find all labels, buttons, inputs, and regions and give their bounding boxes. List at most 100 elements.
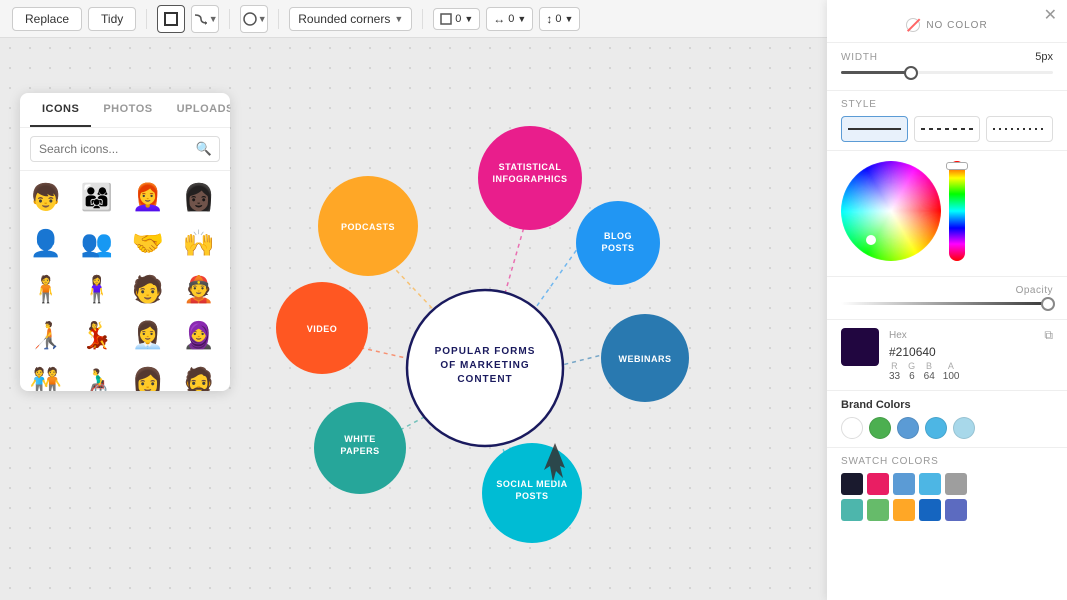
- brand-swatch-item[interactable]: [925, 417, 947, 439]
- num-btn-2[interactable]: ↔ 0 ▼: [486, 7, 533, 31]
- swatch-color-item[interactable]: [945, 473, 967, 495]
- emoji-icon: 👩🏿: [183, 184, 215, 210]
- style-solid-btn[interactable]: [841, 116, 908, 142]
- width-value: 5px: [1035, 51, 1053, 63]
- corners-label: Rounded corners: [298, 12, 390, 26]
- search-input[interactable]: [30, 136, 220, 162]
- style-dotted-btn[interactable]: [986, 116, 1053, 142]
- style-dashed-btn[interactable]: [914, 116, 981, 142]
- opacity-label: Opacity: [1016, 285, 1053, 296]
- swatch-label: SWATCH COLORS: [841, 456, 1053, 467]
- list-item[interactable]: 👥: [75, 221, 119, 265]
- svg-text:PODCASTS: PODCASTS: [341, 222, 395, 232]
- hex-value: #210640: [889, 345, 1053, 359]
- list-item[interactable]: 🧑‍🤝‍🧑: [24, 359, 68, 391]
- color-strip[interactable]: [949, 161, 965, 261]
- color-wheel-section: [827, 151, 1067, 277]
- list-item[interactable]: 🧕: [177, 313, 221, 357]
- rgba-row: R 33 G 6 B 64 A 100: [889, 361, 1053, 382]
- swatch-color-item[interactable]: [841, 499, 863, 521]
- num2-arrow: ▼: [517, 14, 526, 24]
- icons-grid: 👦 👨‍👩‍👧👩‍🦰 👩🏿 👤👥 🤝 🙌 🧍 🧍‍♀️ 🧑 👲 🧑‍🦯💃👩‍💼 🧕 🧑‍🤝‍🧑 👨‍🦽👩🧔: [20, 171, 230, 391]
- tab-photos[interactable]: PHOTOS: [91, 93, 164, 127]
- brand-swatch-item[interactable]: [897, 417, 919, 439]
- color-preview-section: Hex ⧉ #210640 R 33 G 6 B 64 A: [827, 320, 1067, 391]
- list-item[interactable]: 🤝: [126, 221, 170, 265]
- close-button[interactable]: ✕: [1044, 8, 1057, 24]
- style-section: STYLE: [827, 91, 1067, 151]
- tidy-button[interactable]: Tidy: [88, 7, 136, 31]
- connector-arrow: ▼: [209, 14, 218, 24]
- svg-text:STATISTICAL: STATISTICAL: [499, 162, 562, 172]
- swatch-color-item[interactable]: [867, 499, 889, 521]
- opacity-slider-track[interactable]: [841, 302, 1053, 305]
- list-item[interactable]: 🧍: [24, 267, 68, 311]
- color-wheel[interactable]: [841, 161, 941, 261]
- swatch-color-item[interactable]: [893, 473, 915, 495]
- brand-swatch-item[interactable]: [869, 417, 891, 439]
- corners-dropdown[interactable]: Rounded corners ▼: [289, 7, 412, 31]
- list-item[interactable]: 🧍‍♀️: [75, 267, 119, 311]
- emoji-icon: 🧍‍♀️: [81, 276, 113, 302]
- list-item[interactable]: 🙌: [177, 221, 221, 265]
- swatch-color-item[interactable]: [919, 473, 941, 495]
- style-buttons: [841, 116, 1053, 142]
- shape-square-btn[interactable]: [157, 5, 185, 33]
- emoji-icon: 🤝: [132, 230, 164, 256]
- color-strip-thumb: [946, 162, 968, 170]
- style-label: STYLE: [841, 99, 1053, 110]
- replace-button[interactable]: Replace: [12, 7, 82, 31]
- list-item[interactable]: 🧔: [177, 359, 221, 391]
- svg-text:OF MARKETING: OF MARKETING: [440, 360, 529, 371]
- connector-icon: [193, 11, 209, 27]
- list-item[interactable]: 🧑‍🦯: [24, 313, 68, 357]
- emoji-icon: 👦: [30, 184, 62, 210]
- list-item[interactable]: 🧑: [126, 267, 170, 311]
- r-value: 33: [889, 371, 900, 382]
- tab-uploads[interactable]: UPLOADS: [165, 93, 230, 127]
- canvas-area[interactable]: ICONS PHOTOS UPLOADS 🔍 👦👨‍👩‍👧👩‍🦰👩🏿👤👥🤝🙌🧍🧍…: [0, 38, 827, 600]
- num3-value: 0: [555, 13, 561, 25]
- list-item[interactable]: 👨‍👩‍👧: [75, 175, 119, 219]
- no-color-label: NO COLOR: [926, 20, 987, 31]
- brand-swatch-item[interactable]: [841, 417, 863, 439]
- list-item[interactable]: 👨‍🦽: [75, 359, 119, 391]
- brand-swatch-item[interactable]: [953, 417, 975, 439]
- swatch-color-item[interactable]: [893, 499, 915, 521]
- swatch-color-item[interactable]: [867, 473, 889, 495]
- num1-arrow: ▼: [464, 14, 473, 24]
- color-preview-swatch[interactable]: [841, 328, 879, 366]
- list-item[interactable]: 👩‍💼: [126, 313, 170, 357]
- circle-btn[interactable]: ▼: [240, 5, 268, 33]
- opacity-slider-thumb[interactable]: [1041, 297, 1055, 311]
- brand-swatches: [841, 417, 1053, 439]
- emoji-icon: 🧑‍🤝‍🧑: [30, 368, 62, 391]
- svg-text:INFOGRAPHICS: INFOGRAPHICS: [492, 174, 567, 184]
- connector-btn[interactable]: ▼: [191, 5, 219, 33]
- width-slider-track[interactable]: [841, 71, 1053, 74]
- list-item[interactable]: 👦: [24, 175, 68, 219]
- list-item[interactable]: 💃: [75, 313, 119, 357]
- list-item[interactable]: 👩: [126, 359, 170, 391]
- num-btn-1[interactable]: 0 ▼: [433, 8, 480, 30]
- emoji-icon: 🧕: [183, 322, 215, 348]
- width-slider-thumb[interactable]: [904, 66, 918, 80]
- circle-icon: [242, 11, 258, 27]
- swatch-color-item[interactable]: [945, 499, 967, 521]
- emoji-icon: 🧍: [30, 276, 62, 302]
- list-item[interactable]: 👩🏿: [177, 175, 221, 219]
- swatch-row: [841, 473, 1053, 495]
- list-item[interactable]: 👤: [24, 221, 68, 265]
- b-value: 64: [924, 371, 935, 382]
- r-label: R: [891, 361, 898, 371]
- opacity-section: Opacity: [827, 277, 1067, 320]
- hex-copy-btn[interactable]: ⧉: [1044, 328, 1053, 343]
- swatch-color-item[interactable]: [919, 499, 941, 521]
- tab-icons[interactable]: ICONS: [30, 93, 91, 127]
- a-label: A: [948, 361, 955, 371]
- list-item[interactable]: 👩‍🦰: [126, 175, 170, 219]
- num-btn-3[interactable]: ↕ 0 ▼: [539, 7, 580, 31]
- list-item[interactable]: 👲: [177, 267, 221, 311]
- swatch-color-item[interactable]: [841, 473, 863, 495]
- emoji-icon: 👲: [183, 276, 215, 302]
